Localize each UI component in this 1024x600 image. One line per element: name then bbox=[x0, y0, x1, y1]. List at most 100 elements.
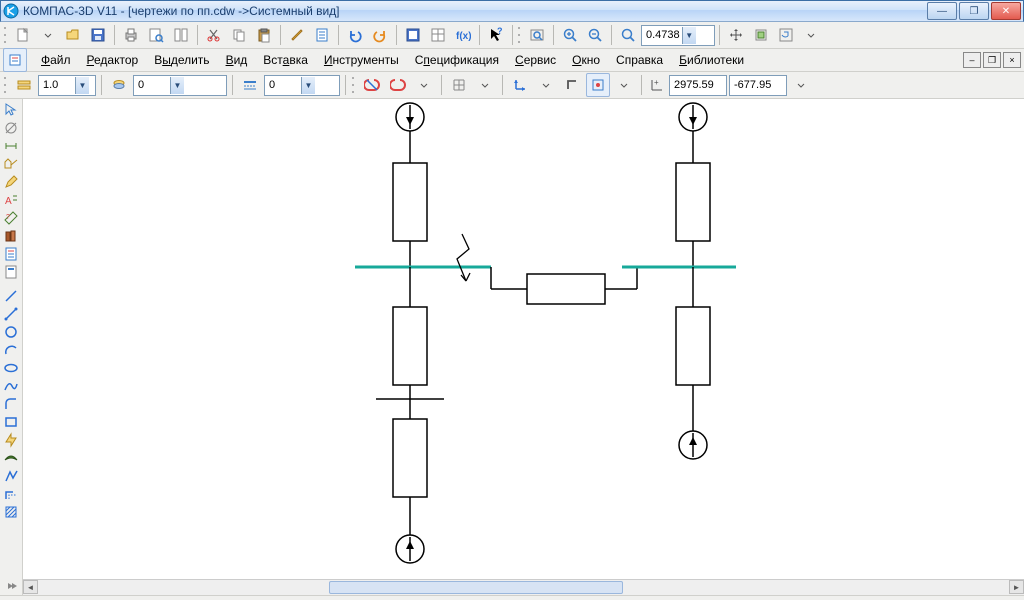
spline-tool-icon[interactable] bbox=[1, 377, 21, 395]
style-combo[interactable]: 0▼ bbox=[264, 75, 340, 96]
spec-panel-icon[interactable] bbox=[1, 245, 21, 263]
zoom-out-button[interactable] bbox=[583, 23, 607, 47]
close-button[interactable]: ✕ bbox=[991, 2, 1021, 20]
chevron-down-icon[interactable]: ▼ bbox=[301, 77, 315, 94]
propbar-overflow[interactable] bbox=[789, 73, 813, 97]
contour-tool-icon[interactable] bbox=[1, 467, 21, 485]
zoom-in-button[interactable] bbox=[558, 23, 582, 47]
manager-button[interactable] bbox=[401, 23, 425, 47]
scale-combo[interactable]: 1.0▼ bbox=[38, 75, 96, 96]
coord-x-field[interactable]: 2975.59 bbox=[669, 75, 727, 96]
menu-tools[interactable]: Инструменты bbox=[316, 50, 407, 70]
horizontal-scrollbar[interactable]: ◄ ► bbox=[23, 579, 1024, 595]
zoom-fit-button[interactable] bbox=[525, 23, 549, 47]
maximize-button[interactable]: ❐ bbox=[959, 2, 989, 20]
minimize-button[interactable]: — bbox=[927, 2, 957, 20]
arc-tool-icon[interactable] bbox=[1, 341, 21, 359]
menu-edit[interactable]: Редактор bbox=[79, 50, 147, 70]
point-tool-icon[interactable] bbox=[1, 287, 21, 305]
coord-y-field[interactable]: -677.95 bbox=[729, 75, 787, 96]
toolbar-grip2[interactable] bbox=[517, 25, 522, 45]
ortho-button[interactable] bbox=[560, 73, 584, 97]
rect-tool-icon[interactable] bbox=[1, 413, 21, 431]
snap-settings-button[interactable] bbox=[386, 73, 410, 97]
menu-view[interactable]: Вид bbox=[218, 50, 256, 70]
grid-dropdown[interactable] bbox=[473, 73, 497, 97]
scroll-thumb[interactable] bbox=[329, 581, 622, 594]
geometry-panel-icon[interactable] bbox=[1, 119, 21, 137]
propbar-grip2[interactable] bbox=[351, 75, 356, 95]
chevron-down-icon[interactable]: ▼ bbox=[170, 77, 184, 94]
edit-panel-icon[interactable] bbox=[1, 173, 21, 191]
menu-spec[interactable]: Спецификация bbox=[407, 50, 507, 70]
menu-select[interactable]: Выделить bbox=[146, 50, 217, 70]
pan-button[interactable] bbox=[724, 23, 748, 47]
notations-panel-icon[interactable] bbox=[1, 155, 21, 173]
segment-tool-icon[interactable] bbox=[1, 305, 21, 323]
menu-insert[interactable]: Вставка bbox=[255, 50, 316, 70]
print-preview-button[interactable] bbox=[144, 23, 168, 47]
menu-help[interactable]: Справка bbox=[608, 50, 671, 70]
layout-button[interactable] bbox=[169, 23, 193, 47]
zoom-combo[interactable]: 0.4738 ▼ bbox=[641, 25, 715, 46]
equid-tool-icon[interactable] bbox=[1, 485, 21, 503]
menu-handle-icon[interactable] bbox=[3, 48, 27, 72]
current-state-button[interactable] bbox=[12, 73, 36, 97]
mdi-restore-button[interactable]: ❐ bbox=[983, 52, 1001, 68]
help-pointer-button[interactable]: ? bbox=[484, 23, 508, 47]
save-button[interactable] bbox=[86, 23, 110, 47]
round-dropdown[interactable] bbox=[612, 73, 636, 97]
properties-button[interactable] bbox=[310, 23, 334, 47]
lcs-dropdown[interactable] bbox=[534, 73, 558, 97]
scroll-track[interactable] bbox=[38, 580, 1009, 595]
hat-tool-icon[interactable] bbox=[1, 449, 21, 467]
redo-button[interactable] bbox=[368, 23, 392, 47]
scroll-left-button[interactable]: ◄ bbox=[23, 580, 38, 594]
zoom-window-button[interactable] bbox=[616, 23, 640, 47]
propbar-grip[interactable] bbox=[3, 75, 8, 95]
scroll-right-button[interactable]: ► bbox=[1009, 580, 1024, 594]
menu-libs[interactable]: Библиотеки bbox=[671, 50, 752, 70]
polygon-tool-icon[interactable] bbox=[1, 431, 21, 449]
circle-tool-icon[interactable] bbox=[1, 323, 21, 341]
paste-button[interactable] bbox=[252, 23, 276, 47]
chevron-down-icon[interactable]: ▼ bbox=[682, 27, 696, 44]
round-button[interactable] bbox=[586, 73, 610, 97]
brush-button[interactable] bbox=[285, 23, 309, 47]
new-doc-dropdown[interactable] bbox=[36, 23, 60, 47]
open-button[interactable] bbox=[61, 23, 85, 47]
new-doc-button[interactable] bbox=[11, 23, 35, 47]
line-style-button[interactable] bbox=[238, 73, 262, 97]
toolbar-grip[interactable] bbox=[3, 25, 8, 45]
ellipse-tool-icon[interactable] bbox=[1, 359, 21, 377]
local-cs-button[interactable] bbox=[508, 73, 532, 97]
drawing-canvas[interactable]: ◄ ► bbox=[23, 99, 1024, 595]
menu-file[interactable]: Файл bbox=[33, 50, 79, 70]
refresh-button[interactable] bbox=[774, 23, 798, 47]
panel-expand-icon[interactable] bbox=[1, 577, 21, 595]
fillet-tool-icon[interactable] bbox=[1, 395, 21, 413]
variables-button[interactable] bbox=[426, 23, 450, 47]
menu-service[interactable]: Сервис bbox=[507, 50, 564, 70]
report-panel-icon[interactable] bbox=[1, 263, 21, 281]
param-panel-icon[interactable]: A bbox=[1, 191, 21, 209]
formula-button[interactable]: f(x) bbox=[451, 23, 475, 47]
lib-panel-icon[interactable] bbox=[1, 227, 21, 245]
chevron-down-icon[interactable]: ▼ bbox=[75, 77, 89, 94]
mdi-close-button[interactable]: × bbox=[1003, 52, 1021, 68]
print-button[interactable] bbox=[119, 23, 143, 47]
measure-panel-icon[interactable]: ? bbox=[1, 209, 21, 227]
select-tool-icon[interactable] bbox=[1, 101, 21, 119]
toolbar-dropdown[interactable] bbox=[799, 23, 823, 47]
redraw-button[interactable] bbox=[749, 23, 773, 47]
cut-button[interactable] bbox=[202, 23, 226, 47]
undo-button[interactable] bbox=[343, 23, 367, 47]
mdi-minimize-button[interactable]: – bbox=[963, 52, 981, 68]
dimensions-panel-icon[interactable] bbox=[1, 137, 21, 155]
layer-combo[interactable]: 0▼ bbox=[133, 75, 227, 96]
snap-dropdown[interactable] bbox=[412, 73, 436, 97]
menu-window[interactable]: Окно bbox=[564, 50, 608, 70]
hatch-tool-icon[interactable] bbox=[1, 503, 21, 521]
layer-button[interactable] bbox=[107, 73, 131, 97]
copy-button[interactable] bbox=[227, 23, 251, 47]
